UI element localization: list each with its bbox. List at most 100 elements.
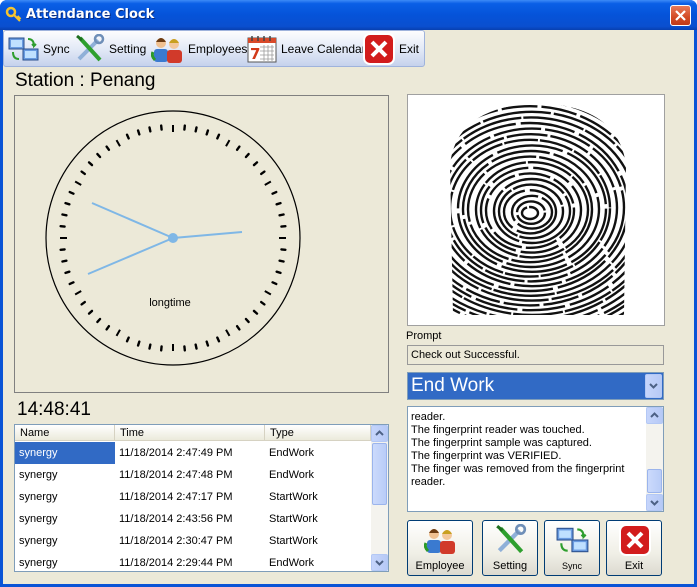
clock-minute-tick (205, 340, 210, 347)
table-row[interactable]: synergy 11/18/2014 2:30:47 PM StartWork (15, 530, 371, 552)
table-cell-time: 11/18/2014 2:47:48 PM (119, 469, 233, 481)
event-log[interactable]: reader. The fingerprint reader was touche… (407, 406, 664, 512)
table-row[interactable]: synergy 11/18/2014 2:43:56 PM StartWork (15, 508, 371, 530)
setting-button-label: Setting (492, 560, 528, 572)
clock-minute-tick (216, 133, 221, 140)
work-type-select[interactable]: End Work (407, 372, 664, 400)
chevron-up-icon (650, 412, 659, 418)
clock-minute-tick (216, 336, 221, 343)
log-scroll-up-button[interactable] (646, 407, 663, 424)
log-line: The fingerprint reader was touched. (411, 424, 585, 436)
clock-minute-tick (278, 213, 285, 217)
window-title: Attendance Clock (26, 7, 155, 22)
clock-hour-tick (74, 180, 82, 186)
fingerprint-ridge (461, 149, 601, 269)
clock-caption: longtime (149, 297, 191, 309)
toolbar-sync-button[interactable]: Sync (8, 34, 70, 64)
clock-minute-tick (275, 270, 282, 275)
sync-icon (8, 37, 39, 61)
close-icon (675, 10, 686, 21)
table-cell-time: 11/18/2014 2:43:56 PM (119, 513, 233, 525)
table-cell-time: 11/18/2014 2:47:17 PM (119, 491, 233, 503)
clock-hour-tick (74, 290, 82, 296)
clock-minute-tick (252, 309, 259, 315)
table-cell-type: EndWork (269, 557, 315, 569)
toolbar-employees-button[interactable]: Employees (151, 34, 247, 64)
window-close-button[interactable] (670, 5, 691, 26)
log-scroll-down-button[interactable] (646, 494, 663, 511)
station-label: Station : Penang (15, 70, 156, 91)
clock-minute-tick (259, 300, 266, 306)
clock-minute-tick (271, 281, 278, 286)
table-cell-type: StartWork (269, 491, 318, 503)
employees-icon (424, 529, 455, 554)
table-cell-name: synergy (19, 469, 58, 481)
analog-clock-panel: longtime (14, 95, 389, 393)
calendar-icon: 7 (247, 36, 277, 63)
clock-minute-tick (87, 309, 94, 315)
clock-minute-tick (61, 259, 68, 263)
clock-minute-tick (244, 317, 250, 324)
column-header-type[interactable]: Type (265, 425, 371, 441)
column-header-name[interactable]: Name (15, 425, 115, 441)
digital-time: 14:48:41 (17, 399, 91, 420)
clock-minute-tick (80, 300, 87, 306)
log-line: reader. (411, 411, 446, 423)
clock-hour-tick (264, 180, 272, 186)
table-cell-type: StartWork (269, 513, 318, 525)
tools-icon (496, 524, 527, 554)
tools-icon (76, 34, 105, 62)
sync-icon (556, 527, 589, 553)
clock-minute-tick (125, 336, 130, 343)
list-scrollbar[interactable] (371, 425, 388, 571)
toolbar-exit-button[interactable]: Exit (362, 33, 420, 65)
clock-minute-tick (235, 145, 241, 152)
svg-text:7: 7 (250, 45, 260, 63)
clock-minute-tick (80, 170, 87, 176)
table-row[interactable]: synergy 11/18/2014 2:47:49 PM EndWork (15, 442, 371, 464)
scroll-down-button[interactable] (371, 554, 388, 571)
title-bar[interactable]: Attendance Clock (0, 0, 697, 30)
clock-minute-tick (64, 201, 71, 206)
scroll-up-button[interactable] (371, 425, 388, 442)
client-area: Sync Setting Employees 7 Leave Calendar … (3, 30, 694, 584)
exit-icon (363, 33, 395, 65)
toolbar-exit-label: Exit (399, 42, 420, 56)
fingerprint-image (407, 94, 665, 326)
scroll-thumb[interactable] (372, 443, 387, 505)
toolbar-setting-button[interactable]: Setting (74, 34, 146, 64)
column-header-time[interactable]: Time (115, 425, 265, 441)
clock-minute-tick (105, 145, 111, 152)
toolbar: Sync Setting Employees 7 Leave Calendar … (3, 30, 425, 67)
table-cell-name: synergy (19, 535, 58, 547)
clock-minute-tick (235, 324, 241, 331)
table-row[interactable]: synergy 11/18/2014 2:47:17 PM StartWork (15, 486, 371, 508)
table-cell-time: 11/18/2014 2:30:47 PM (119, 535, 233, 547)
clock-hour-tick (225, 139, 231, 147)
log-scrollbar[interactable] (646, 407, 663, 511)
list-header: Name Time Type (15, 425, 371, 441)
clock-hour-tick (115, 139, 121, 147)
work-type-dropdown-button[interactable] (645, 374, 662, 398)
clock-minute-tick (278, 259, 285, 263)
clock-minute-tick (148, 126, 152, 133)
exit-button[interactable]: Exit (606, 520, 662, 576)
log-scroll-thumb[interactable] (647, 469, 662, 493)
sync-button[interactable]: Sync (544, 520, 600, 576)
clock-hour-tick (264, 290, 272, 296)
clock-minute-tick (259, 170, 266, 176)
setting-button[interactable]: Setting (482, 520, 538, 576)
table-row[interactable]: synergy 11/18/2014 2:29:44 PM EndWork (15, 552, 371, 571)
employee-button[interactable]: Employee (407, 520, 473, 576)
table-row[interactable]: synergy 11/18/2014 2:47:48 PM EndWork (15, 464, 371, 486)
table-cell-type: StartWork (269, 535, 318, 547)
employee-button-label: Employee (415, 560, 465, 572)
toolbar-leave-calendar-button[interactable]: 7 Leave Calendar (246, 34, 366, 64)
table-cell-type: EndWork (269, 447, 315, 459)
clock-minute-tick (96, 152, 102, 159)
work-type-value: End Work (411, 375, 495, 396)
clock-minute-tick (125, 133, 130, 140)
attendance-list[interactable]: Name Time Type synergy 11/18/2014 2:47:49… (14, 424, 389, 572)
clock-minute-tick (244, 152, 250, 159)
sync-button-label: Sync (561, 561, 582, 571)
